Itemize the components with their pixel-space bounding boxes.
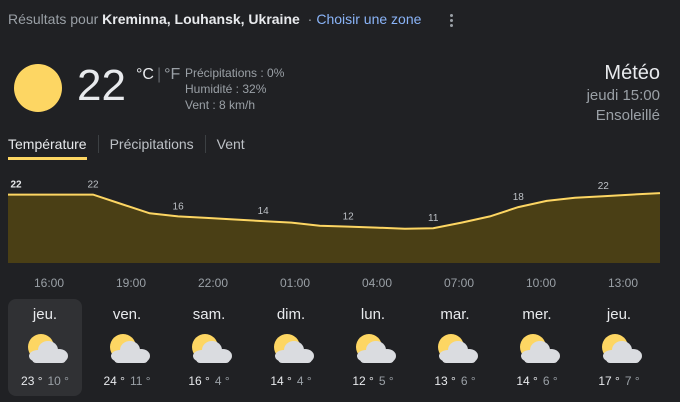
unit-switcher: °C | °F [136,66,180,84]
temperature-point-label: 22 [87,180,99,191]
day-name: mer. [522,306,552,323]
weather-time: jeudi 15:00 [586,87,660,104]
hour-tick-label: 13:00 [607,276,639,290]
day-name: lun. [360,306,386,323]
day-low: 5 ° [378,374,394,388]
weather-details: Précipitations : 0% Humidité : 32% Vent … [185,65,284,113]
day-high: 14 ° [270,374,292,388]
weather-title: Météo [604,62,660,84]
chart-tabs: Température Précipitations Vent [8,135,245,160]
humidity-value: Humidité : 32% [185,82,267,96]
hour-tick-label: 19:00 [115,276,147,290]
temperature-point-label: 22 [598,181,610,192]
day-card[interactable]: dim. 14 ° 4 ° [254,299,328,396]
day-high: 17 ° [598,374,620,388]
celsius-unit-button[interactable]: °C [136,66,154,83]
tab-divider [204,135,206,153]
day-high: 24 ° [103,374,125,388]
hour-tick-label: 04:00 [361,276,393,290]
partly-cloudy-icon [184,331,234,367]
day-name: sam. [192,306,226,323]
temperature-point-label: 18 [513,192,525,203]
day-card[interactable]: sam. 16 ° 4 ° [172,299,246,396]
temperature-point-label: 14 [258,206,270,217]
day-card[interactable]: mar. 13 ° 6 ° [418,299,492,396]
day-card[interactable]: jeu. 17 ° 7 ° [582,299,656,396]
temperature-chart: 22 22 16 14 12 11 18 22 [8,180,661,263]
day-low: 4 ° [296,374,312,388]
precipitation-value: Précipitations : 0% [185,66,285,80]
day-name: jeu. [606,306,632,323]
day-temperatures: 17 ° 7 ° [582,374,656,388]
header-separator: · [307,11,313,27]
search-location-header: Résultats pour Kreminna, Louhansk, Ukrai… [8,11,421,27]
location-name: Kreminna, Louhansk, Ukraine [102,11,300,27]
results-prefix: Résultats pour [8,11,99,27]
tab-divider [97,135,99,153]
daily-forecast: jeu. 23 ° 10 ° ven. 24 ° 11 ° sam. 16 ° 4 ° dim. 1… [8,299,664,396]
hour-tick-label: 16:00 [33,276,65,290]
day-low: 10 ° [47,374,69,388]
day-card[interactable]: ven. 24 ° 11 ° [90,299,164,396]
more-options-icon[interactable] [448,12,454,30]
temperature-point-label: 22 [10,180,22,191]
day-high: 14 ° [516,374,538,388]
day-low: 6 ° [460,374,476,388]
day-card[interactable]: jeu. 23 ° 10 ° [8,299,82,396]
unit-divider: | [156,66,162,83]
sun-icon [14,64,62,112]
partly-cloudy-icon [266,331,316,367]
day-temperatures: 24 ° 11 ° [90,374,164,388]
day-card[interactable]: lun. 12 ° 5 ° [336,299,410,396]
temperature-area [8,193,660,263]
hour-tick-label: 01:00 [279,276,311,290]
current-temperature: 22 [77,61,126,110]
partly-cloudy-icon [430,331,480,367]
fahrenheit-unit-button[interactable]: °F [164,66,180,83]
day-high: 12 ° [352,374,374,388]
day-temperatures: 14 ° 4 ° [254,374,328,388]
day-low: 6 ° [542,374,558,388]
day-low: 7 ° [624,374,640,388]
day-temperatures: 13 ° 6 ° [418,374,492,388]
day-temperatures: 14 ° 6 ° [500,374,574,388]
hour-axis: 16:00 19:00 22:00 01:00 04:00 07:00 10:00 13:00 [8,276,660,290]
choose-zone-link[interactable]: Choisir une zone [316,11,421,27]
wind-value: Vent : 8 km/h [185,98,256,112]
day-name: mar. [440,306,470,323]
day-high: 23 ° [21,374,43,388]
temperature-point-label: 12 [343,212,355,223]
partly-cloudy-icon [20,331,70,367]
day-card[interactable]: mer. 14 ° 6 ° [500,299,574,396]
day-name: ven. [112,306,142,323]
weather-summary: Météo jeudi 15:00 Ensoleillé [587,60,660,126]
partly-cloudy-icon [102,331,152,367]
day-temperatures: 23 ° 10 ° [8,374,82,388]
day-low: 4 ° [214,374,230,388]
day-name: jeu. [32,306,58,323]
day-high: 13 ° [434,374,456,388]
temperature-point-label: 16 [173,201,185,212]
day-temperatures: 16 ° 4 ° [172,374,246,388]
partly-cloudy-icon [512,331,562,367]
day-name: dim. [276,306,306,323]
hour-tick-label: 22:00 [197,276,229,290]
day-low: 11 ° [129,374,151,388]
day-high: 16 ° [188,374,210,388]
hour-tick-label: 10:00 [525,276,557,290]
hour-tick-label: 07:00 [443,276,475,290]
weather-condition: Ensoleillé [595,107,660,124]
day-temperatures: 12 ° 5 ° [336,374,410,388]
temperature-point-label: 11 [428,213,439,224]
tab-temperature[interactable]: Température [8,136,87,160]
tab-precipitation[interactable]: Précipitations [110,136,194,160]
partly-cloudy-icon [348,331,398,367]
partly-cloudy-icon [594,331,644,367]
tab-wind[interactable]: Vent [217,136,245,160]
